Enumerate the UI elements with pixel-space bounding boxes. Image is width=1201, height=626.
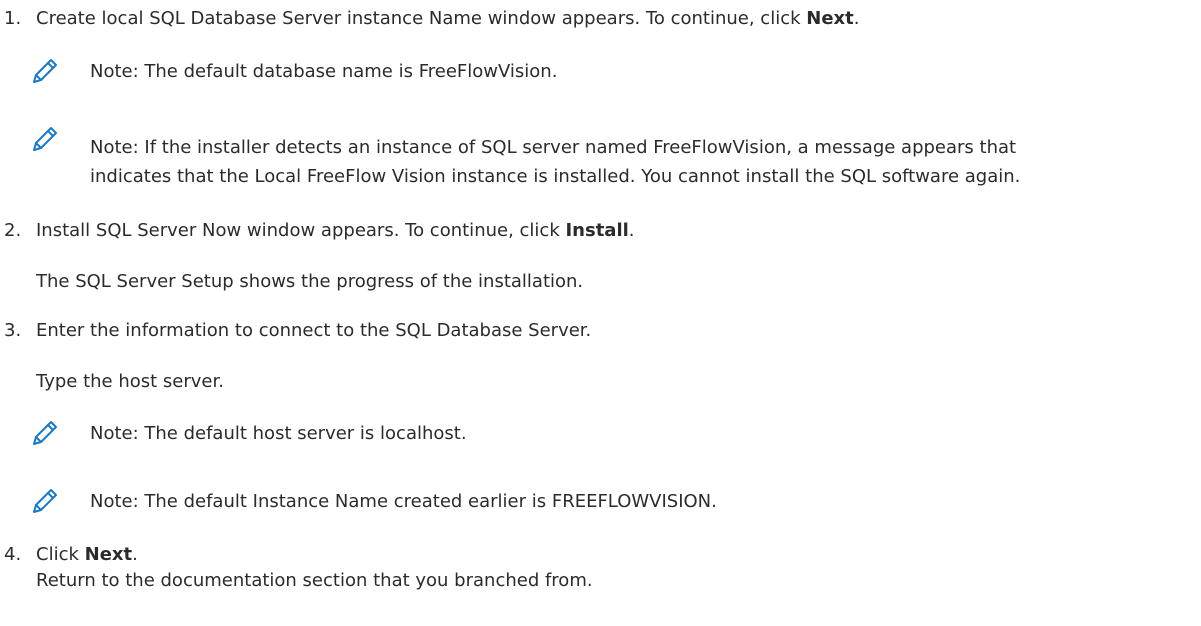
pencil-note-icon xyxy=(33,421,57,445)
step-4-number: 4. xyxy=(4,544,22,565)
step-4-text-post: . xyxy=(132,544,138,565)
step-2-install-label: Install xyxy=(565,220,629,241)
step-1-text-pre: Create local SQL Database Server instanc… xyxy=(36,8,807,29)
step-1-next-label: Next xyxy=(806,8,854,29)
note-2-line-1: Note: If the installer detects an instan… xyxy=(90,137,1017,158)
step-4-next-label: Next xyxy=(84,544,133,565)
note-4-text: Note: The default Instance Name created … xyxy=(90,491,717,512)
step-1-number: 1. xyxy=(4,8,22,29)
pencil-note-icon xyxy=(33,59,57,83)
step-4-text-pre: Click xyxy=(36,544,85,565)
step-4-paragraph: Return to the documentation section that… xyxy=(36,570,593,591)
step-3-number: 3. xyxy=(4,320,22,341)
step-3-paragraph: Type the host server. xyxy=(36,371,224,392)
step-2-text: Install SQL Server Now window appears. T… xyxy=(36,220,635,242)
step-2-text-post: . xyxy=(628,220,635,241)
pencil-note-icon xyxy=(33,127,57,151)
pencil-note-icon xyxy=(33,489,57,513)
note-2-line-2: indicates that the Local FreeFlow Vision… xyxy=(90,166,1021,187)
step-2-text-pre: Install SQL Server Now window appears. T… xyxy=(36,220,566,241)
step-1-text-post: . xyxy=(853,8,860,29)
step-4-text: Click Next. xyxy=(36,544,138,566)
step-2-number: 2. xyxy=(4,220,22,241)
step-2-paragraph: The SQL Server Setup shows the progress … xyxy=(36,271,584,292)
step-3-text: Enter the information to connect to the … xyxy=(36,320,592,341)
step-1-text: Create local SQL Database Server instanc… xyxy=(36,8,859,30)
note-1-text: Note: The default database name is FreeF… xyxy=(90,61,558,82)
note-3-text: Note: The default host server is localho… xyxy=(90,423,467,444)
